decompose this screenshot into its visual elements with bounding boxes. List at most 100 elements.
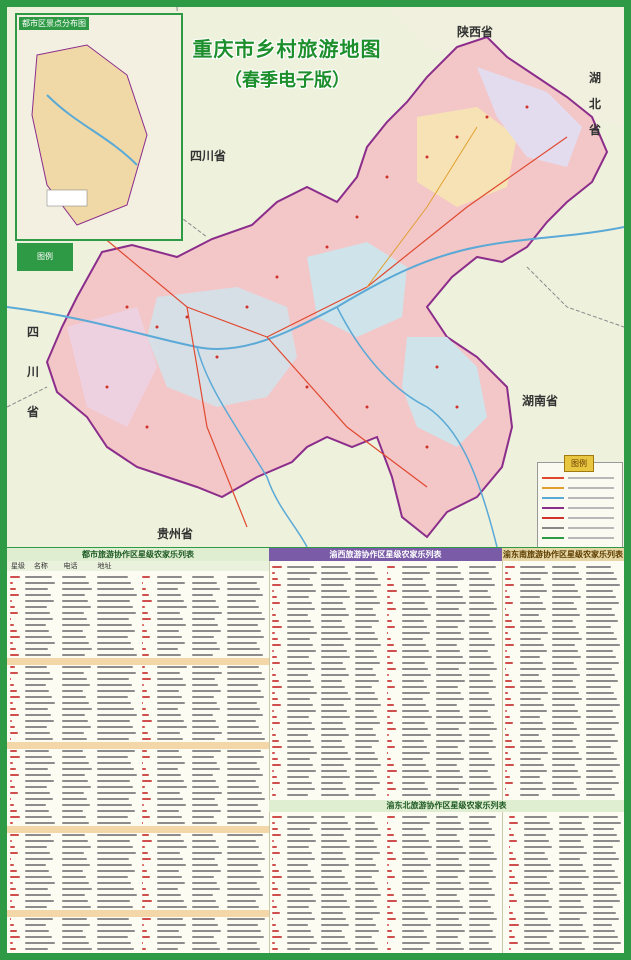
table-cell-text [321,620,342,622]
table-cell-text [142,588,146,590]
table-cell-text [287,888,310,890]
table-cell-text [355,734,376,736]
table-cell-text [469,650,488,652]
table-cell-text [387,788,396,790]
table-cell-text [272,698,278,700]
table-cell-text [142,846,145,848]
table-cell-text [227,870,261,872]
table-cell-text [157,894,181,896]
table-cell-text [436,936,458,938]
table-cell-text [157,780,184,782]
table-cell-text [10,588,16,590]
table-cell-text [402,864,431,866]
table-cell-text [586,782,619,784]
table-cell-text [552,566,576,568]
table-cell-text [524,822,550,824]
table-cell-text [520,662,543,664]
table-cell-text [355,906,377,908]
section-band [7,742,269,749]
table-cell-text [142,738,151,740]
table-cell-text [586,692,614,694]
table-cell-text [97,714,137,716]
table-cell-text [355,846,377,848]
table-cell-text [586,578,617,580]
table-cell-text [321,788,346,790]
table-cell-text [469,822,489,824]
table-cell-text [469,746,496,748]
table-cell-text [272,734,276,736]
table-cell-text [287,626,314,628]
table-cell-text [97,750,135,752]
table-urban-header: 星级 名称 电话 地址 [7,561,269,571]
table-cell-text [192,906,219,908]
table-cell-text [25,942,55,944]
table-cell-text [387,638,391,640]
table-cell-text [62,906,91,908]
table-cell-text [469,788,497,790]
table-cell-text [97,792,136,794]
table-cell-text [402,722,425,724]
table-cell-text [402,882,430,884]
table-cell-text [272,590,274,592]
table-cell-text [157,840,184,842]
table-cell-text [402,728,428,730]
table-cell-text [505,710,507,712]
table-cell-text [552,746,576,748]
table-cell-text [25,582,55,584]
table-cell-text [287,782,312,784]
table-cell-text [10,612,18,614]
table-cell-text [192,612,222,614]
table-cell-text [157,630,179,632]
table-cell-text [157,762,185,764]
table-cell-text [559,834,588,836]
table-cell-text [402,794,431,796]
table-cell-text [355,638,378,640]
table-cell-text [287,828,310,830]
urban-inset-map: 都市区景点分布图 [15,13,183,241]
table-cell-text [272,876,282,878]
table-cell-text [10,678,11,680]
table-cell-text [436,794,462,796]
table-cell-text [62,678,87,680]
table-cell-text [552,776,581,778]
table-cell-text [62,924,90,926]
table-cell-text [157,708,178,710]
table-cell-text [287,662,312,664]
table-cell-text [287,840,316,842]
table-cell-text [157,834,181,836]
table-cell-text [402,876,427,878]
table-cell-text [192,666,219,668]
table-cell-text [142,786,145,788]
table-cell-text [62,594,85,596]
table-cell-text [10,822,13,824]
table-cell-text [469,680,493,682]
table-cell-text [355,740,379,742]
table-cell-text [436,584,457,586]
legend-swatch-poi [542,517,564,519]
table-cell-text [62,792,84,794]
table-cell-text [157,666,187,668]
table-cell-text [192,618,215,620]
table-cell-text [402,578,423,580]
table-cell-text [520,602,543,604]
table-cell-text [436,924,462,926]
table-cell-text [10,858,11,860]
table-cell-text [25,636,52,638]
table-cell-text [469,794,490,796]
table-cell-text [387,740,392,742]
table-cell-text [62,894,85,896]
table-cell-text [586,614,615,616]
table-cell-text [402,686,427,688]
table-cell-text [227,918,265,920]
table-cell-text [10,750,17,752]
table-cell-text [321,626,345,628]
table-cell-text [192,942,217,944]
table-cell-text [321,846,350,848]
table-cell-text [509,894,514,896]
table-cell-text [509,822,518,824]
table-cell-text [387,704,394,706]
table-cell-text [402,698,423,700]
table-cell-text [227,708,260,710]
table-cell-text [355,912,380,914]
table-cell-text [387,668,396,670]
